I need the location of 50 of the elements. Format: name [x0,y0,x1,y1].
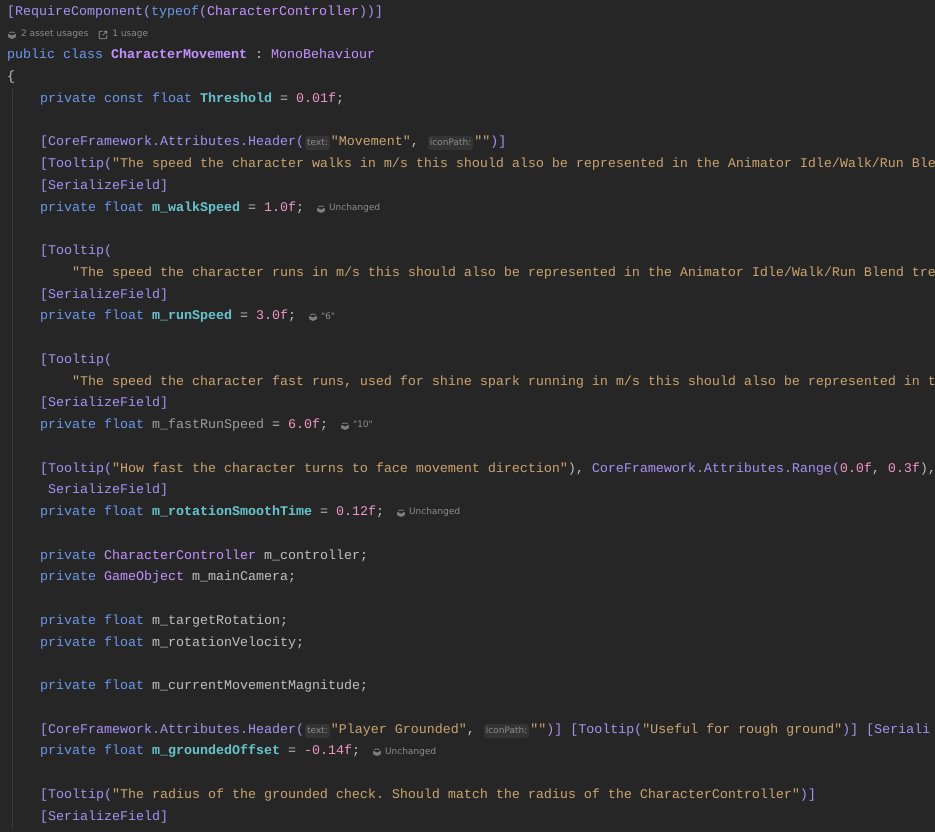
code-text: [Tooltip( [40,243,112,262]
parameter-hint: text: [304,136,330,150]
inlay-hint: Unchanged [384,746,436,759]
code-text: [Tooltip("How fast the character turns to face movement direction"), CoreFramework.Attributes.Range(0.0f, 0.3f), [40,460,935,479]
code-text: [Tooltip("The radius of the grounded check. Should match the radius of the CharacterController")] [40,786,816,805]
code-text: private GameObject m_mainCamera; [40,569,296,588]
code-text: [SerializeField] [40,286,168,305]
code-text: [Tooltip("The speed the character walks in m/s this should also be represented in the Animator Idle/Walk/Run Ble [40,156,935,174]
code-text: SerializeField] [46,482,168,500]
cube-icon [7,30,17,40]
code-text: { [7,69,15,88]
inlay-hint: Unchanged [408,506,460,520]
cube-icon [340,421,350,432]
cube-icon [316,204,326,214]
code-text: "")] [Tooltip("Useful for rough ground")] [Seriali [530,722,930,740]
cube-icon [372,747,382,758]
parameter-hint: iconPath: [428,136,474,150]
inlay-hint: Unchanged [328,202,380,215]
cube-icon [396,508,406,518]
code-text: private float m_groundedOffset = -0.14f; [40,743,360,762]
code-text: private const float Threshold = 0.01f; [40,90,344,109]
code-text: [CoreFramework.Attributes.Header( [40,722,304,740]
usage-count[interactable]: 1 usage [112,28,148,42]
code-text: "The speed the character fast runs, used for shine spark running in m/s this should also be represented in t [72,374,935,392]
code-text: [Tooltip( [40,352,112,370]
code-text: "The speed the character runs in m/s this should also be represented in the Animator Idle/Walk/Run Blend tre [72,264,935,283]
code-text: private float m_targetRotation; [40,612,288,631]
external-link-icon [98,30,108,40]
code-text: private float m_currentMovementMagnitude; [40,678,368,696]
code-text: [CoreFramework.Attributes.Header( [40,134,304,152]
inlay-hint: "6" [320,310,335,324]
code-text: private float m_fastRunSpeed = 6.0f; [40,417,328,436]
code-text: private float m_walkSpeed = 1.0f; [40,200,304,218]
code-text: public class CharacterMovement : MonoBehaviour [7,47,375,66]
usage-count[interactable]: 2 asset usages [21,28,88,42]
code-text: [SerializeField] [40,808,168,827]
code-text: private float m_rotationSmoothTime = 0.12f; [40,504,384,522]
inlay-hint: "10" [352,419,373,432]
parameter-hint: text: [304,724,330,738]
cube-icon [308,312,318,322]
code-text: "Player Grounded", [330,722,476,740]
code-text: [SerializeField] [40,178,168,196]
parameter-hint: iconPath: [484,724,530,738]
code-text: "")] [474,134,506,152]
code-text: [SerializeField] [40,395,168,414]
code-text: [RequireComponent(typeof(CharacterController))] [7,4,383,22]
code-text: "Movement", [330,134,420,152]
code-text: private CharacterController m_controller; [40,548,368,566]
code-text: private float m_rotationVelocity; [40,634,304,653]
code-text: private float m_runSpeed = 3.0f; [40,308,296,326]
